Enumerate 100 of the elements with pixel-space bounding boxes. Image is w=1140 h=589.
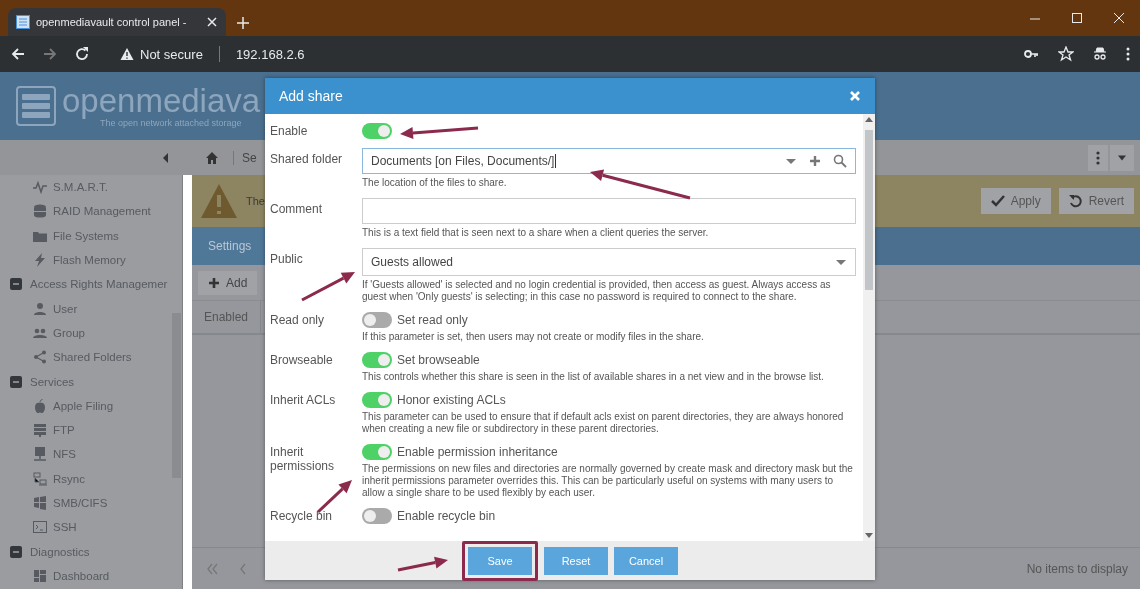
comment-field[interactable] xyxy=(362,198,856,224)
sidebar-item[interactable]: FTP xyxy=(0,417,171,443)
lightning-icon xyxy=(33,253,47,268)
sidebar-item[interactable]: Rsync xyxy=(0,466,171,491)
collapse-icon xyxy=(10,277,22,292)
toggle-switch[interactable] xyxy=(362,312,392,328)
network-icon xyxy=(33,447,47,462)
add-button[interactable]: Add xyxy=(198,270,258,295)
more-icon[interactable] xyxy=(1096,150,1100,165)
tab[interactable]: Settings xyxy=(192,227,268,265)
reload-icon[interactable] xyxy=(74,46,90,62)
browser-tab[interactable]: openmediavault control panel - xyxy=(8,8,226,36)
sidebar-group[interactable]: Services xyxy=(0,369,171,394)
plus-icon[interactable] xyxy=(809,155,821,167)
sidebar-item[interactable]: RAID Management xyxy=(0,199,171,224)
public-dropdown[interactable]: Guests allowed xyxy=(362,248,856,276)
switch-label: Honor existing ACLs xyxy=(397,393,506,407)
revert-button[interactable]: Revert xyxy=(1058,188,1134,214)
plus-icon xyxy=(208,276,220,289)
field-label: Inherit permissions xyxy=(270,444,336,473)
field-hint: If 'Guests allowed' is selected and no login credential is provided, then access as guest. Always access as guest when 'Only guests' is selecting; in this case no password is required to connect to the share. xyxy=(362,279,832,303)
home-icon[interactable] xyxy=(205,150,219,165)
sidebar-item[interactable]: Dashboard xyxy=(0,563,171,589)
collapse-icon xyxy=(10,544,22,559)
apple-icon xyxy=(33,398,47,413)
scrollbar[interactable] xyxy=(172,313,181,478)
warning-icon xyxy=(200,183,238,219)
sidebar-group[interactable]: Diagnostics xyxy=(0,539,171,564)
annotation-arrow xyxy=(301,272,355,302)
column-header[interactable]: Enabled xyxy=(192,301,262,333)
sidebar-item[interactable]: Group xyxy=(0,320,171,346)
field-label: Enable xyxy=(270,123,308,138)
back-icon[interactable] xyxy=(10,46,26,62)
toggle-switch[interactable] xyxy=(362,444,392,460)
sidebar-item[interactable]: NFS xyxy=(0,442,171,467)
tagline: The open network attached storage xyxy=(100,118,242,128)
field-hint: This is a text field that is seen next to a share when a client queries the server. xyxy=(362,227,710,239)
share-icon xyxy=(33,350,47,365)
field-hint: This controls whether this share is seen in the list of available shares in a net view and in the browse list. xyxy=(362,371,825,383)
window-grid-icon xyxy=(33,496,47,510)
scroll-down-icon[interactable] xyxy=(865,532,873,539)
sidebar-item[interactable]: User xyxy=(0,296,171,321)
dialog-button[interactable]: Reset xyxy=(544,546,608,575)
sidebar-item[interactable]: SSH xyxy=(0,515,171,540)
shared-folder-combobox[interactable]: Documents [on Files, Documents/] xyxy=(362,148,856,174)
pulse-icon xyxy=(33,180,47,195)
breadcrumb[interactable]: Se xyxy=(233,150,257,165)
menu-icon[interactable] xyxy=(1126,47,1130,61)
new-tab-icon[interactable] xyxy=(236,16,250,30)
database-icon xyxy=(33,204,47,219)
toggle-switch[interactable] xyxy=(362,123,392,139)
dashboard-icon xyxy=(33,568,47,583)
person-icon xyxy=(33,301,47,316)
toggle-switch[interactable] xyxy=(362,508,392,524)
maximize-icon[interactable] xyxy=(1072,13,1082,23)
logo-icon xyxy=(16,86,56,126)
warning-icon xyxy=(120,47,134,61)
undo-icon xyxy=(1068,194,1083,208)
close-icon xyxy=(849,90,861,102)
star-icon[interactable] xyxy=(1058,46,1074,62)
dialog-button[interactable]: Cancel xyxy=(614,546,678,575)
sidebar-item[interactable]: Flash Memory xyxy=(0,247,171,273)
close-icon[interactable] xyxy=(1114,13,1124,23)
security-status[interactable]: Not secure xyxy=(140,46,203,62)
empty-message: No items to display xyxy=(1026,561,1128,576)
sidebar-item[interactable]: File Systems xyxy=(0,223,171,248)
field-label: Inherit ACLs xyxy=(270,392,336,407)
field-hint: If this parameter is set, then users may not create or modify files in the share. xyxy=(362,331,705,343)
switch-label: Enable recycle bin xyxy=(397,509,496,523)
page-icon xyxy=(16,15,30,29)
close-button[interactable] xyxy=(849,90,861,102)
dialog-button[interactable]: Save xyxy=(468,546,532,575)
check-icon xyxy=(990,194,1005,208)
scroll-up-icon[interactable] xyxy=(865,116,873,123)
sidebar-group[interactable]: Access Rights Managemer xyxy=(0,272,171,297)
field-hint: This parameter can be used to ensure that if default acls exist on parent directories, they are always honored when creating a new file or subdirectory in these parent directories. xyxy=(362,411,845,435)
forward-icon[interactable] xyxy=(42,46,58,62)
banner-text: The xyxy=(246,195,265,207)
sidebar-item[interactable]: SMB/CIFS xyxy=(0,490,171,516)
switch-label: Set browseable xyxy=(397,353,480,367)
server-icon xyxy=(33,423,47,438)
scrollbar[interactable] xyxy=(865,130,873,290)
close-icon[interactable] xyxy=(206,16,218,28)
sidebar-item[interactable]: S.M.A.R.T. xyxy=(0,175,171,200)
toggle-switch[interactable] xyxy=(362,392,392,408)
collapse-arrow-icon[interactable] xyxy=(161,151,169,164)
key-icon[interactable] xyxy=(1024,47,1040,61)
url-text[interactable]: 192.168.2.6 xyxy=(235,46,305,62)
field-hint: The permissions on new files and directories are normally governed by create mask and directory mask but the inherit permissions parameter overrides this. This can be particularly useful on systems with many users to allow a single share to be used flexibly by each user. xyxy=(362,463,854,499)
incognito-icon[interactable] xyxy=(1092,46,1108,62)
toggle-switch[interactable] xyxy=(362,352,392,368)
switch-label: Set read only xyxy=(397,313,468,327)
field-label: Comment xyxy=(270,201,322,216)
search-icon[interactable] xyxy=(833,154,847,168)
switch-label: Enable permission inheritance xyxy=(397,445,558,459)
field-label: Shared folder xyxy=(270,151,343,166)
apply-button[interactable]: Apply xyxy=(980,188,1051,214)
field-label: Browseable xyxy=(270,352,333,367)
sidebar-item[interactable]: Apple Filing xyxy=(0,393,171,418)
sidebar-item[interactable]: Shared Folders xyxy=(0,345,171,370)
